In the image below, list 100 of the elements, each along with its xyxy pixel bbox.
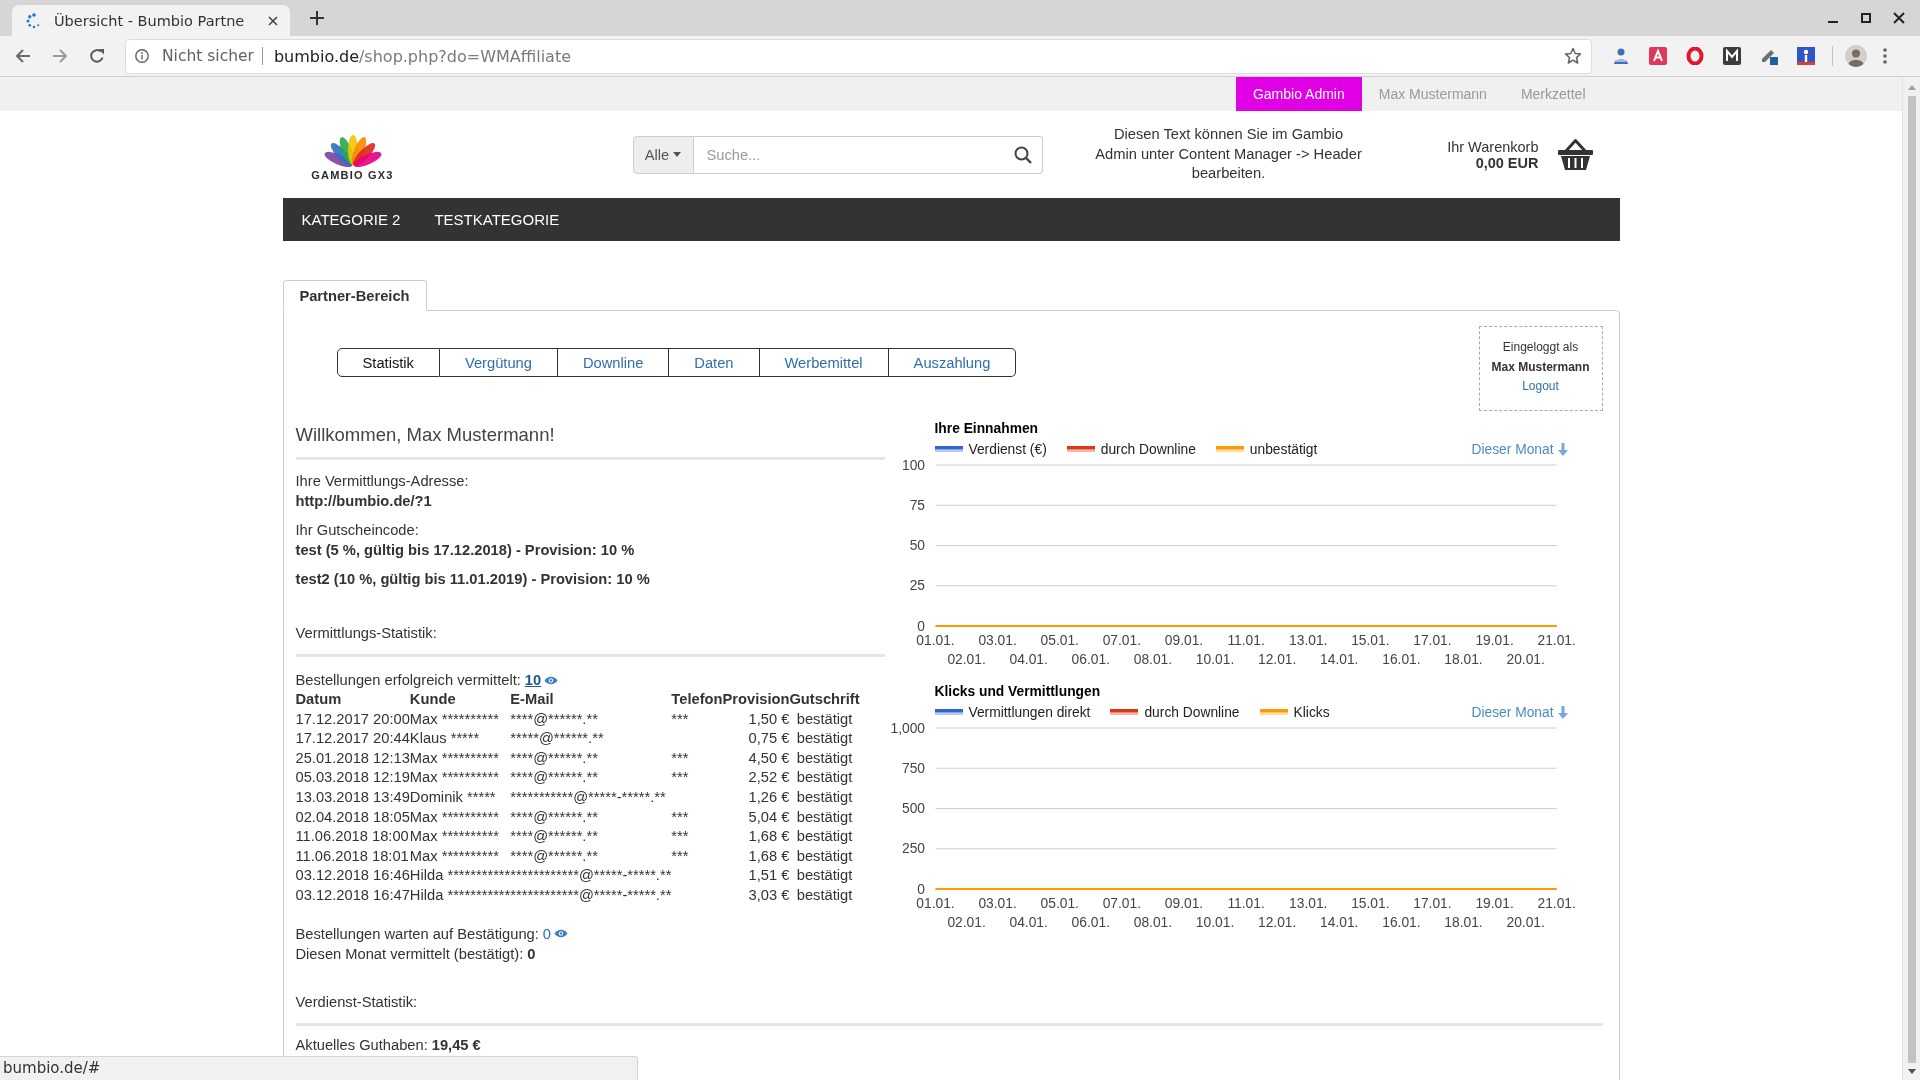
maximize-icon[interactable] [1860,12,1872,24]
scrollbar-thumb[interactable] [1907,96,1916,1063]
y-axis-label: 0 [916,618,925,634]
chart-title: Ihre Einnahmen [933,420,1038,438]
x-axis-label: 17.01. [1412,632,1452,648]
table-cell: bestätigt [789,866,860,886]
x-axis-label: 01.01. [915,895,955,911]
table-cell: ************@*****-*****.** [510,866,672,886]
category-dropdown[interactable]: Alle [632,135,694,174]
search-field[interactable]: Suche... [693,135,1043,174]
pending-count-link[interactable]: 0 [542,923,568,944]
eye-icon [554,929,568,939]
y-axis-label: 100 [901,459,925,473]
y-axis-label: 50 [909,538,925,553]
pending-label: Bestellungen warten auf Bestätigung: [295,924,539,944]
legend-label: Vermittlungen direkt [968,704,1091,720]
info-icon[interactable] [135,49,149,63]
period-link[interactable]: Dieser Monat [1471,441,1568,457]
x-axis-label: 11.01. [1226,632,1265,648]
table-cell: 05.03.2018 12:19 [295,768,410,788]
month-label: Diesen Monat vermittelt (bestätigt): [295,944,524,964]
table-cell: ****@******.** [510,748,672,769]
subtab[interactable]: Vergütung [439,348,558,377]
section-tab[interactable]: Partner-Bereich [282,280,427,311]
cart-label[interactable]: Ihr Warenkorb [1447,138,1539,155]
table-cell-text: 02.04.2018 18:05 [295,807,410,827]
table-cell-text: *** [671,846,690,866]
close-icon[interactable] [1893,12,1905,24]
arrow-down-icon [1557,442,1568,456]
period-link[interactable]: Dieser Monat [1471,704,1568,720]
login-user: Max Mustermann [1491,358,1590,376]
subtab[interactable]: Werbemittel [759,348,889,377]
eye-icon [544,675,559,685]
orders-count-link[interactable]: 10 [524,670,559,690]
security-label: Nicht sicher [162,47,254,65]
subtab[interactable]: Downline [557,348,670,377]
table-cell-text: 1,68 € [747,827,790,847]
login-label: Eingeloggt als [1502,339,1579,356]
x-axis-label: 06.01. [1071,651,1110,667]
x-axis-label: 05.01. [1040,895,1079,911]
x-axis-label: 12.01. [1257,651,1296,667]
x-axis-label: 08.01. [1133,651,1172,667]
status-bubble: bumbio.de/# [0,1056,638,1080]
x-axis-label: 06.01. [1071,914,1110,930]
star-icon[interactable] [1564,47,1582,65]
table-cell-text: 13.03.2018 13:49 [295,787,410,807]
cart-total: 0,00 EUR [1475,154,1539,171]
x-axis-label: 09.01. [1164,895,1203,911]
close-icon[interactable] [268,15,278,26]
table-cell: ****@******.** [510,827,672,847]
table-cell: Max ********** [409,827,511,847]
admin-button[interactable]: Gambio Admin [1235,77,1362,111]
pen-icon[interactable] [1760,47,1778,65]
table-cell-text: ***********@*****-*****.** [510,787,667,807]
table-cell: Max ********** [409,768,511,788]
table-cell-text: 2,52 € [747,768,790,788]
x-axis-label: 16.01. [1381,651,1421,667]
scrollbar[interactable] [1902,77,1920,1080]
y-axis-label: 0 [916,881,925,897]
table-cell-text: *** [671,709,690,729]
menu-icon[interactable] [1883,48,1887,64]
logout-link[interactable]: Logout [1522,377,1559,397]
table-cell-text: *** [671,807,690,827]
table-cell: Max ********** [409,748,511,769]
browser-tab[interactable]: Übersicht - Bumbio Partne [12,5,290,36]
x-axis-label: 11.01. [1226,895,1265,911]
address-bar[interactable]: Nicht sicher bumbio.de/shop.php?do=WMAffiliate [125,38,1592,74]
letter-tile-icon[interactable] [1723,47,1741,65]
new-tab-icon[interactable] [310,11,324,25]
avatar-icon[interactable] [1845,45,1867,67]
table-cell-text: *****@******.** [510,729,605,749]
table-cell: bestätigt [789,748,860,769]
subtab[interactable]: Auszahlung [888,348,1017,377]
reload-icon[interactable] [89,48,105,64]
x-axis-label: 07.01. [1102,632,1141,648]
table-cell-text: *** [671,748,690,768]
person-icon[interactable] [1612,47,1630,65]
nav-link[interactable]: TESTKATEGORIE [417,211,577,228]
x-axis-label: 18.01. [1443,651,1483,667]
table-cell: Klaus ***** [409,729,511,749]
table-cell: Max ********** [409,846,511,867]
x-axis-label: 08.01. [1133,914,1172,930]
legend-label: Verdienst (€) [968,441,1047,457]
x-axis-label: 17.01. [1412,895,1452,911]
scroll-down-icon[interactable] [1907,1069,1916,1074]
legend-label: durch Downline [1100,441,1196,457]
basket-icon[interactable] [1556,138,1594,171]
info-tile-icon[interactable] [1797,47,1815,65]
subtab[interactable]: Statistik [336,348,440,377]
ring-icon[interactable] [1686,47,1704,65]
x-axis-label: 18.01. [1443,914,1483,930]
table-header-cell-text: Gutschrift [789,690,860,709]
table-cell-text: 1,68 € [747,846,790,866]
header-notice: Diesen Text können Sie im Gambio Admin unter Content Manager -> Header bearbeiten. [1094,125,1363,184]
search-icon[interactable] [1013,145,1032,164]
table-cell: Dominik ***** [409,787,511,808]
subtab[interactable]: Daten [669,348,760,377]
nav-link[interactable]: KATEGORIE 2 [284,211,418,228]
letter-tile-icon[interactable] [1649,47,1667,65]
back-icon[interactable] [15,48,31,64]
